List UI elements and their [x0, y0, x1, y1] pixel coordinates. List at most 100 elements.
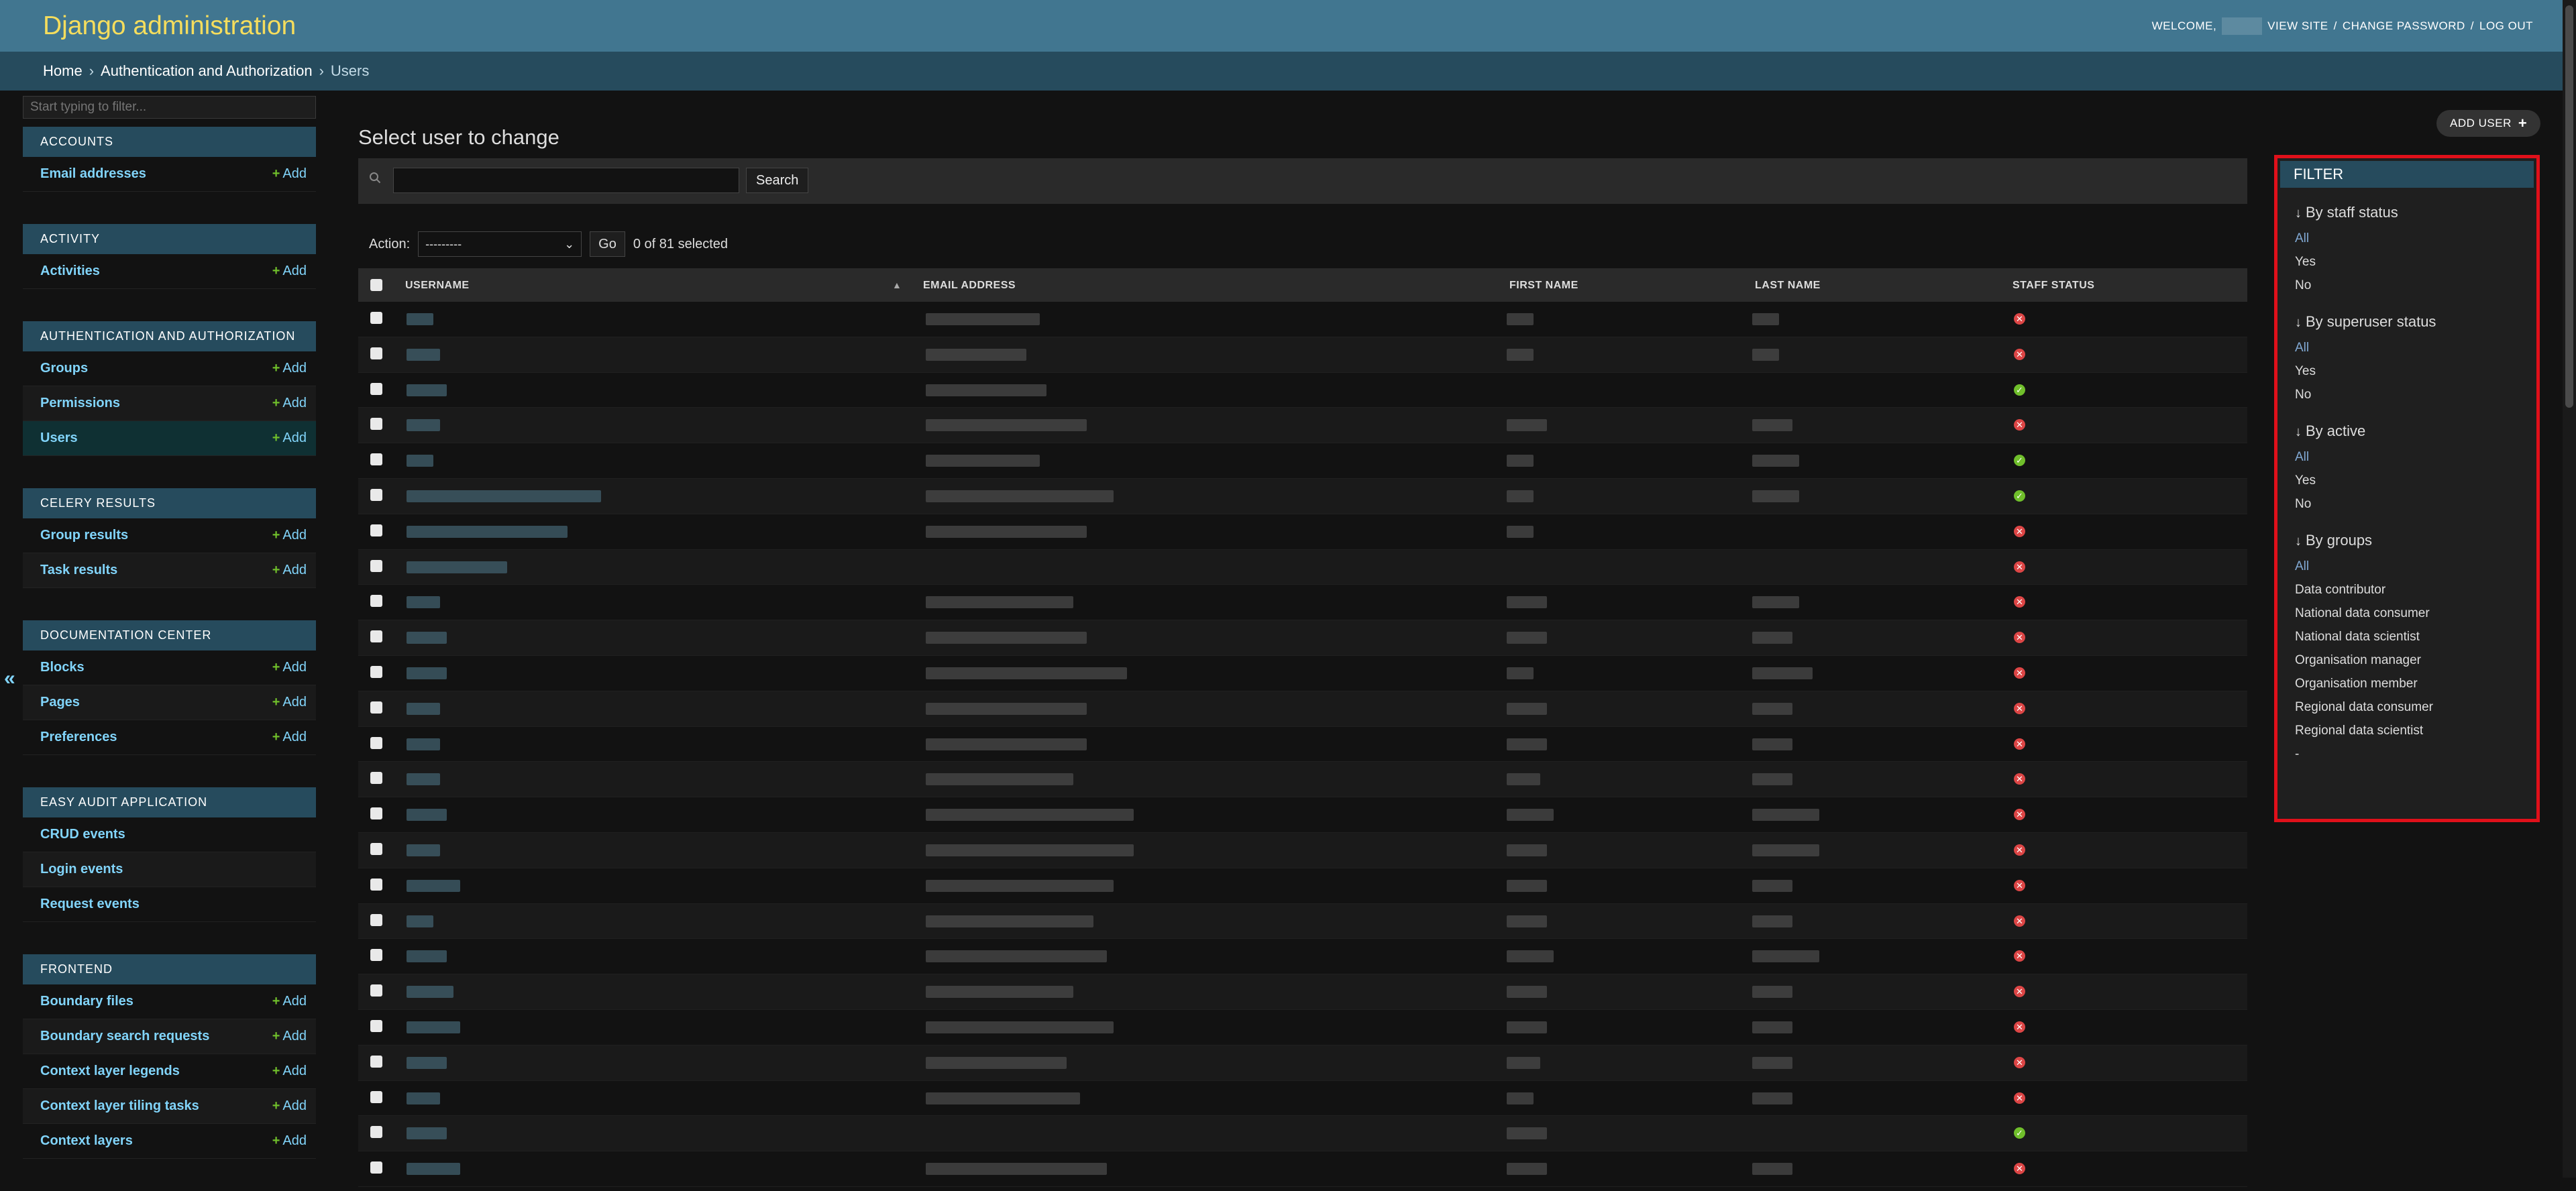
search-input[interactable] [393, 168, 739, 193]
filter-choice[interactable]: All [2295, 445, 2536, 469]
table-row[interactable]: ✕ [358, 939, 2247, 975]
redacted-username[interactable] [407, 490, 601, 502]
table-row[interactable]: ✕ [358, 691, 2247, 727]
sidebar-item-link[interactable]: Group results [40, 528, 128, 543]
filter-choice[interactable]: Yes [2295, 469, 2536, 492]
filter-choice[interactable]: All [2295, 227, 2536, 250]
redacted-username[interactable] [407, 313, 433, 325]
filter-heading[interactable]: ↓ By staff status [2295, 198, 2536, 227]
table-row[interactable]: ✕ [358, 727, 2247, 762]
module-caption[interactable]: AUTHENTICATION AND AUTHORIZATION [23, 321, 316, 351]
row-checkbox[interactable] [370, 524, 382, 536]
add-link[interactable]: + Add [272, 361, 307, 376]
row-checkbox[interactable] [370, 1161, 382, 1174]
sidebar-item-link[interactable]: Context layer tiling tasks [40, 1098, 199, 1114]
add-link[interactable]: + Add [272, 994, 307, 1009]
filter-choice[interactable]: Regional data consumer [2295, 695, 2536, 719]
filter-choice[interactable]: All [2295, 555, 2536, 578]
add-user-button[interactable]: ADD USER + [2436, 110, 2541, 137]
row-checkbox[interactable] [370, 701, 382, 714]
row-checkbox[interactable] [370, 736, 382, 749]
log-out-link[interactable]: LOG OUT [2479, 19, 2533, 33]
filter-choice[interactable]: Data contributor [2295, 578, 2536, 602]
row-checkbox[interactable] [370, 665, 382, 678]
redacted-username[interactable] [407, 738, 440, 750]
add-link[interactable]: + Add [272, 431, 307, 446]
add-link[interactable]: + Add [272, 730, 307, 745]
search-button[interactable]: Search [746, 168, 809, 193]
table-row[interactable]: ✕ [358, 585, 2247, 621]
row-checkbox[interactable] [370, 382, 382, 395]
row-checkbox[interactable] [370, 1055, 382, 1068]
redacted-username[interactable] [407, 419, 440, 432]
redacted-username[interactable] [407, 702, 440, 715]
table-row[interactable]: ✓ [358, 1116, 2247, 1152]
row-checkbox[interactable] [370, 772, 382, 785]
redacted-username[interactable] [407, 525, 568, 538]
table-row[interactable]: ✕ [358, 903, 2247, 940]
module-caption[interactable]: DOCUMENTATION CENTER [23, 620, 316, 650]
filter-choice[interactable]: All [2295, 336, 2536, 359]
filter-heading[interactable]: ↓ By groups [2295, 526, 2536, 555]
table-row[interactable]: ✓ [358, 443, 2247, 479]
add-link[interactable]: + Add [272, 1064, 307, 1079]
filter-choice[interactable]: Organisation member [2295, 672, 2536, 695]
sidebar-item-link[interactable]: Preferences [40, 730, 117, 745]
scrollbar-thumb[interactable] [2565, 5, 2573, 408]
add-link[interactable]: + Add [272, 528, 307, 543]
filter-heading[interactable]: ↓ By superuser status [2295, 308, 2536, 336]
module-caption[interactable]: CELERY RESULTS [23, 488, 316, 518]
redacted-username[interactable] [407, 879, 460, 892]
sidebar-item-link[interactable]: Task results [40, 563, 117, 578]
redacted-username[interactable] [407, 773, 440, 786]
action-select[interactable]: --------- ⌄ [418, 231, 582, 257]
page-scrollbar[interactable] [2563, 0, 2576, 1178]
sidebar-item-link[interactable]: Users [40, 431, 78, 446]
row-checkbox[interactable] [370, 595, 382, 608]
sidebar-item-link[interactable]: Login events [40, 862, 123, 877]
add-link[interactable]: + Add [272, 396, 307, 411]
table-row[interactable]: ✓ [358, 478, 2247, 514]
column-header-first-name[interactable]: FIRST NAME [1509, 280, 1578, 292]
row-checkbox[interactable] [370, 949, 382, 962]
redacted-username[interactable] [407, 844, 440, 856]
table-row[interactable]: ✕ [358, 1081, 2247, 1117]
redacted-username[interactable] [407, 632, 447, 644]
sort-ascending-icon[interactable]: ▲ [892, 280, 902, 290]
row-checkbox[interactable] [370, 630, 382, 643]
redacted-username[interactable] [407, 1092, 440, 1104]
breadcrumb-home[interactable]: Home [43, 62, 83, 80]
go-button[interactable]: Go [590, 231, 625, 257]
view-site-link[interactable]: VIEW SITE [2267, 19, 2328, 33]
redacted-username[interactable] [407, 1021, 460, 1033]
module-caption[interactable]: ACCOUNTS [23, 127, 316, 157]
row-checkbox[interactable] [370, 453, 382, 466]
add-link[interactable]: + Add [272, 166, 307, 182]
row-checkbox[interactable] [370, 913, 382, 926]
redacted-username[interactable] [407, 950, 447, 963]
add-link[interactable]: + Add [272, 660, 307, 675]
sidebar-item-link[interactable]: Groups [40, 361, 88, 376]
row-checkbox[interactable] [370, 1019, 382, 1032]
table-row[interactable]: ✕ [358, 762, 2247, 798]
change-password-link[interactable]: CHANGE PASSWORD [2343, 19, 2465, 33]
table-row[interactable]: ✕ [358, 974, 2247, 1010]
redacted-username[interactable] [407, 348, 440, 361]
redacted-username[interactable] [407, 561, 507, 573]
redacted-username[interactable] [407, 986, 453, 999]
table-row[interactable]: ✕ [358, 337, 2247, 373]
table-row[interactable]: ✕ [358, 868, 2247, 904]
table-row[interactable]: ✕ [358, 408, 2247, 444]
redacted-username[interactable] [407, 809, 447, 821]
table-row[interactable]: ✕ [358, 1010, 2247, 1045]
row-checkbox[interactable] [370, 878, 382, 891]
row-checkbox[interactable] [370, 807, 382, 820]
filter-choice[interactable]: No [2295, 383, 2536, 406]
sidebar-item-link[interactable]: CRUD events [40, 827, 125, 842]
sidebar-item-link[interactable]: Blocks [40, 660, 85, 675]
table-row[interactable]: ✕ [358, 1045, 2247, 1081]
add-link[interactable]: + Add [272, 695, 307, 710]
collapse-sidebar-icon[interactable]: « [4, 667, 15, 690]
redacted-username[interactable] [407, 384, 447, 396]
column-header-email[interactable]: EMAIL ADDRESS [923, 280, 1016, 292]
